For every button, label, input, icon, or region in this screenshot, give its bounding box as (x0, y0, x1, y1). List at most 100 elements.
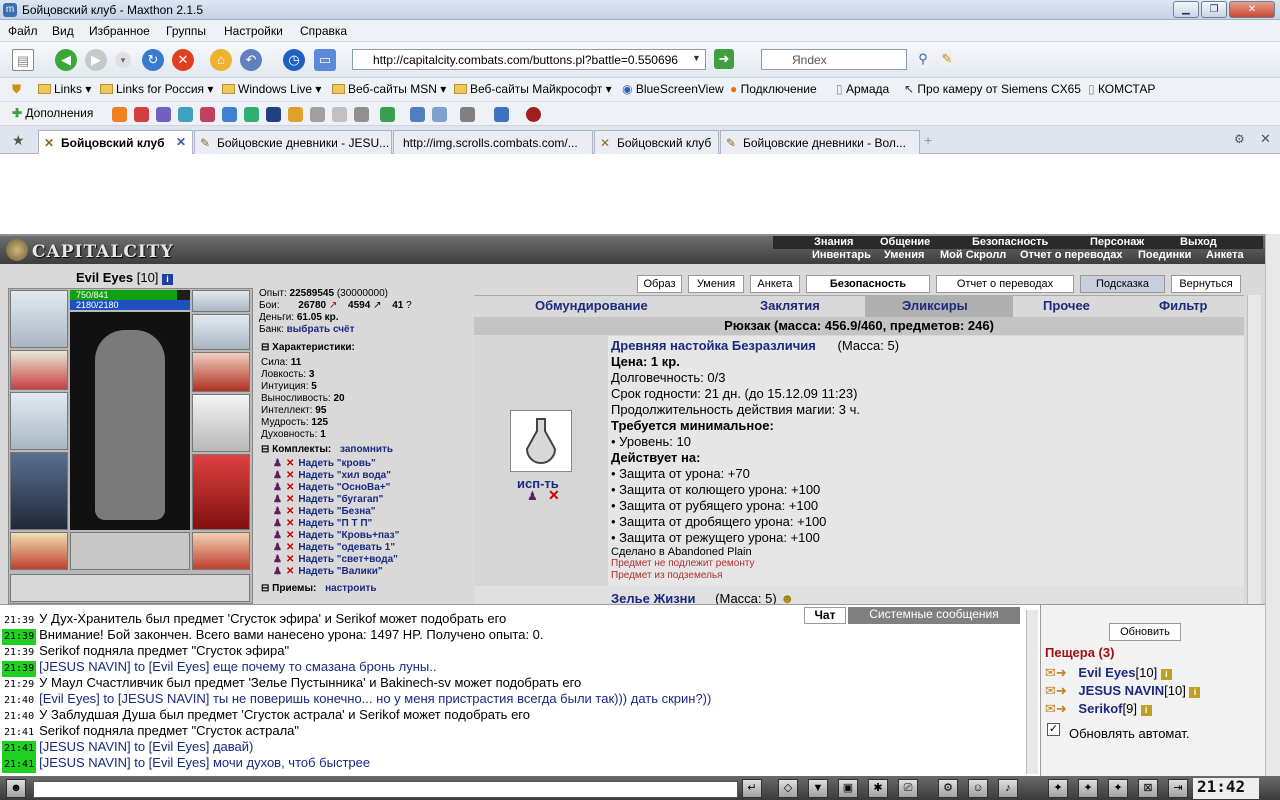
skills-button[interactable]: Умения (688, 275, 744, 293)
ext-record-icon[interactable] (526, 107, 541, 122)
walk-icon[interactable]: ✱ (868, 779, 888, 798)
set-item[interactable]: ♟ ✕ Надеть "хил вода" (273, 470, 391, 481)
scroll-slots[interactable] (10, 574, 250, 602)
gloves-slot[interactable] (192, 352, 250, 392)
tab-fight-club-active[interactable]: ✕ Бойцовский клуб ✕ (38, 130, 193, 155)
info-icon[interactable]: i (1140, 705, 1152, 716)
filter-icon[interactable]: ▼ (808, 779, 828, 798)
private-message-icon[interactable]: ✉➜ (1045, 665, 1067, 680)
tricks-header[interactable]: ⊟ Приемы: настроить (261, 583, 377, 594)
bank-link[interactable]: выбрать счёт (287, 324, 355, 335)
remove-set-icon[interactable]: ✕ (286, 482, 294, 493)
room-player[interactable]: ✉➜ JESUS NAVIN[10] i (1045, 683, 1201, 699)
ext-tool-icon[interactable] (222, 107, 237, 122)
exit-icon[interactable]: ⇥ (1168, 779, 1188, 798)
tab-elixirs[interactable]: Эликсиры (902, 298, 968, 313)
smile-icon[interactable]: ☺ (968, 779, 988, 798)
remove-set-icon[interactable]: ✕ (286, 470, 294, 481)
address-bar[interactable]: http://capitalcity.combats.com/buttons.p… (352, 49, 706, 70)
fav-microsoft[interactable]: Веб-сайты Майкрософт ▾ (454, 82, 612, 96)
close-window-button[interactable]: ✕ (1229, 1, 1275, 18)
shield-slot[interactable] (192, 394, 250, 452)
remember-set-link[interactable]: запомнить (340, 444, 393, 455)
bracers-slot[interactable] (10, 350, 68, 390)
tab-diaries-vol[interactable]: ✎ Бойцовские дневники - Вол... (720, 130, 920, 154)
room-player[interactable]: ✉➜ Evil Eyes[10] i (1045, 665, 1172, 681)
nav-knowledge[interactable]: Знания (814, 236, 853, 248)
maximize-button[interactable]: ❐ (1201, 1, 1227, 18)
auto-refresh-checkbox[interactable]: ✓ (1047, 723, 1060, 736)
weapon-slot[interactable] (10, 392, 68, 450)
helmet-slot[interactable] (10, 290, 68, 348)
ext-tool-icon[interactable] (380, 107, 395, 122)
ext-tool-icon[interactable] (310, 107, 325, 122)
inventory-scrollbar[interactable] (1247, 295, 1261, 604)
window-icon[interactable]: ▭ (314, 49, 336, 71)
character-name[interactable]: Evil Eyes [10] i (76, 270, 174, 285)
tab-spells[interactable]: Заклятия (760, 298, 820, 313)
fav-connection[interactable]: ● Подключение (730, 82, 817, 96)
remove-set-icon[interactable]: ✕ (286, 518, 294, 529)
transfers-report-button[interactable]: Отчет о переводах (936, 275, 1074, 293)
tab-scrolls[interactable]: http://img.scrolls.combats.com/... (393, 130, 593, 154)
tools-icon[interactable]: ⚙ (1234, 132, 1245, 146)
emote-icon[interactable]: ☻ (6, 779, 26, 798)
clock-icon[interactable]: ◷ (283, 49, 305, 71)
remove-set-icon[interactable]: ✕ (286, 542, 294, 553)
close-all-icon[interactable]: ✕ (1260, 131, 1271, 147)
refresh-button[interactable]: Обновить (1109, 623, 1181, 641)
private-message-icon[interactable]: ✉➜ (1045, 701, 1067, 716)
ext-tool-icon[interactable] (288, 107, 303, 122)
ext-tool-icon[interactable] (354, 107, 369, 122)
history-dropdown-icon[interactable]: ▾ (115, 52, 131, 68)
refresh-icon[interactable]: ↻ (142, 49, 164, 71)
configure-tricks-link[interactable]: настроить (325, 583, 376, 594)
set-item[interactable]: ♟ ✕ Надеть "Кровь+паз" (273, 530, 399, 541)
remove-set-icon[interactable]: ✕ (286, 494, 294, 505)
fav-links[interactable]: Links ▾ (38, 82, 91, 96)
security-button[interactable]: Безопасность (806, 275, 930, 293)
eraser-icon[interactable]: ◇ (778, 779, 798, 798)
back-icon[interactable]: ◀ (55, 49, 77, 71)
menu-settings[interactable]: Настройки (224, 24, 283, 38)
ext-tool-icon[interactable] (244, 107, 259, 122)
set-item[interactable]: ♟ ✕ Надеть "П Т П" (273, 518, 372, 529)
fav-windows-live[interactable]: Windows Live ▾ (222, 82, 321, 96)
nav-my-scroll[interactable]: Мой Скролл (940, 249, 1006, 261)
menu-help[interactable]: Справка (300, 24, 347, 38)
nav-profile[interactable]: Анкета (1206, 249, 1244, 261)
set-item[interactable]: ♟ ✕ Надеть "свет+вода" (273, 554, 398, 565)
menu-file[interactable]: Файл (8, 24, 38, 38)
remove-set-icon[interactable]: ✕ (286, 458, 294, 469)
rings-slot[interactable] (192, 314, 250, 350)
chat-input[interactable] (33, 781, 738, 798)
fav-bluescreenview[interactable]: ◉ BlueScreenView (622, 82, 724, 96)
nav-duels[interactable]: Поединки (1138, 249, 1191, 261)
chat-tab[interactable]: Чат (804, 607, 846, 624)
delete-item-icon[interactable]: ✕ (548, 487, 560, 504)
ext-tool-icon[interactable] (200, 107, 215, 122)
earrings-slot[interactable] (192, 290, 250, 312)
send-icon[interactable]: ↵ (742, 779, 762, 798)
search-icon[interactable]: ⚲ (914, 50, 932, 68)
ext-tool-icon[interactable] (134, 107, 149, 122)
set-item[interactable]: ♟ ✕ Надеть "Безна" (273, 506, 376, 517)
stop-icon[interactable]: ✕ (172, 49, 194, 71)
nav-exit[interactable]: Выход (1180, 236, 1217, 248)
ext-tool-icon[interactable] (432, 107, 447, 122)
boots-slot[interactable] (192, 532, 250, 570)
image-button[interactable]: Образ (637, 275, 682, 293)
forward-icon[interactable]: ▶ (85, 49, 107, 71)
ext-settings-icon[interactable] (460, 107, 475, 122)
lock-icon[interactable]: ⊠ (1138, 779, 1158, 798)
action-icon[interactable]: ✦ (1048, 779, 1068, 798)
extensions-button[interactable]: ✚ Дополнения (12, 106, 93, 120)
tab-diaries-jesus[interactable]: ✎ Бойцовские дневники - JESU... (194, 130, 392, 154)
characteristics-header[interactable]: ⊟ Характеристики: (261, 342, 355, 353)
item-name[interactable]: Древняя настойка Безразличия (611, 338, 816, 353)
home-icon[interactable]: ⌂ (210, 49, 232, 71)
chevron-down-icon[interactable]: ▼ (692, 53, 701, 63)
info-icon[interactable]: i (1160, 669, 1172, 680)
drop-icon[interactable]: ♟ (527, 489, 538, 503)
tab-fight-club[interactable]: ✕ Бойцовский клуб (594, 130, 719, 154)
